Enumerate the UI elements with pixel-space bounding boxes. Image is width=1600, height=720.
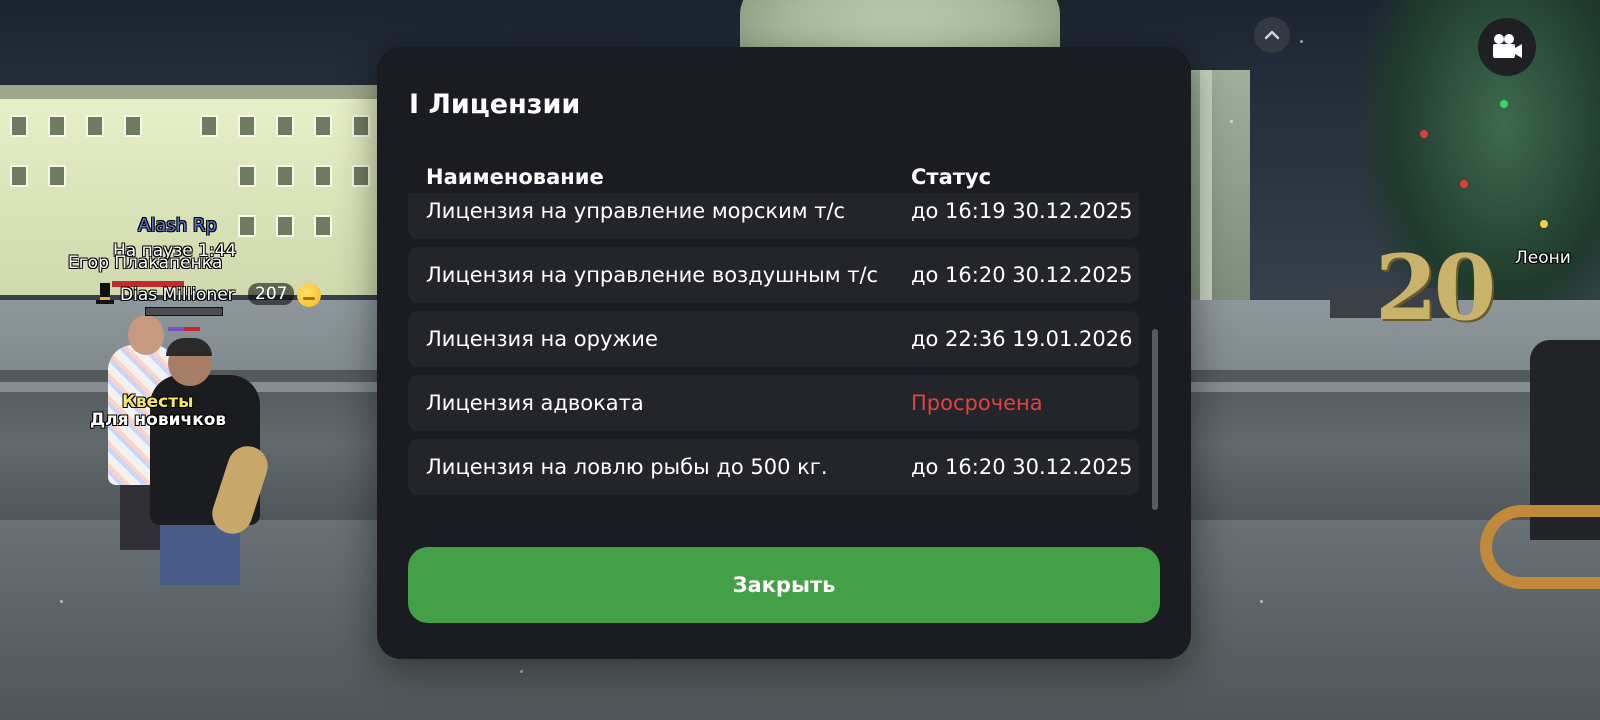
column-header-status: Статус [911,165,992,189]
window [352,115,370,137]
video-camera-icon [1493,34,1522,58]
window [314,115,332,137]
partial-player-name: Леони [1515,248,1571,268]
window [238,115,256,137]
license-status: до 22:36 19.01.2026 [911,327,1133,351]
window [238,165,256,187]
license-row: Лицензия на оружие до 22:36 19.01.2026 [408,311,1139,367]
building-roof [0,85,420,99]
tree-ornament [1420,130,1428,138]
npc-quest-label: Квесты [122,392,194,412]
window [124,115,142,137]
window [314,165,332,187]
license-row: Лицензия на ловлю рыбы до 500 кг. до 16:… [408,439,1139,495]
armor-bar [145,307,223,316]
modal-title: I Лицензии [409,89,581,120]
scrollbar-thumb[interactable] [1152,329,1158,510]
window [314,215,332,237]
license-row: Лицензия адвоката Просрочена [408,375,1139,431]
license-status: до 16:19 30.12.2025 [911,199,1133,223]
nearby-player-name: Егор Плакапенка [68,253,223,273]
list-scrollbar[interactable] [1152,212,1158,510]
window [48,115,66,137]
license-status: до 16:20 30.12.2025 [911,455,1133,479]
top-hat-icon [96,283,114,304]
license-name: Лицензия адвоката [426,391,644,415]
license-name: Лицензия на оружие [426,327,658,351]
window [352,165,370,187]
license-name: Лицензия на ловлю рыбы до 500 кг. [426,455,828,479]
camera-button[interactable] [1478,18,1536,76]
window [276,115,294,137]
new-year-sign: 20 [1375,235,1496,341]
license-status-expired: Просрочена [911,391,1043,415]
player-level-badge: 207 [248,283,295,305]
window [276,215,294,237]
license-row: Лицензия на управление морским т/с до 16… [408,193,1139,239]
tree-ornament [1500,100,1508,108]
palace-column [1200,70,1212,320]
licenses-modal: I Лицензии Наименование Статус Лицензия … [377,47,1191,659]
column-header-name: Наименование [426,165,604,189]
snowflake [520,670,523,673]
window [86,115,104,137]
collapse-button[interactable] [1254,17,1290,53]
tree-ornament [1460,180,1468,188]
golden-ring [1480,505,1600,589]
window [10,115,28,137]
snowflake [1300,40,1303,43]
snowflake [1230,120,1233,123]
status-mini-bars [168,327,200,331]
licenses-list[interactable]: Лицензия на управление морским т/с до 16… [408,193,1139,506]
window [276,165,294,187]
license-name: Лицензия на управление воздушным т/с [426,263,879,287]
license-status: до 16:20 30.12.2025 [911,263,1133,287]
player-head [128,315,164,355]
license-name: Лицензия на управление морским т/с [426,199,846,223]
player-name: Dias Millioner [120,285,235,305]
license-row: Лицензия на управление воздушным т/с до … [408,247,1139,303]
server-name-tag: Alash Rp [138,215,217,236]
snowflake [60,600,63,603]
window [200,115,218,137]
sleepy-emoji-icon [297,283,321,307]
window [238,215,256,237]
close-button[interactable]: Закрыть [408,547,1160,623]
window [48,165,66,187]
snowflake [1260,600,1263,603]
tree-ornament [1540,220,1548,228]
window [10,165,28,187]
chevron-up-icon [1264,30,1280,40]
npc-newbie-label: Для новичков [90,410,227,430]
